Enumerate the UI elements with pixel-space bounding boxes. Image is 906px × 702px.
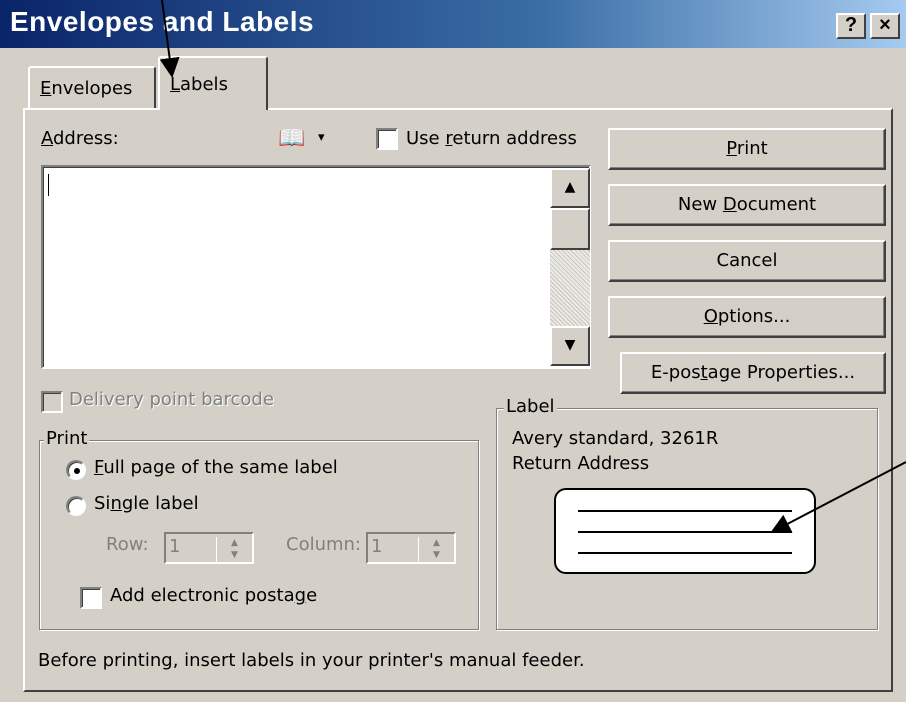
scroll-down-button[interactable]: ▼: [550, 326, 590, 366]
spin-up-icon: ▲: [231, 538, 238, 548]
chevron-down-icon[interactable]: ▾: [318, 130, 325, 145]
tab-labels[interactable]: Labels: [158, 56, 268, 110]
address-book-icon[interactable]: 📖: [278, 126, 305, 151]
radio-selected-dot: [74, 468, 80, 474]
label-type: Return Address: [512, 453, 650, 474]
add-electronic-postage-label[interactable]: Add electronic postage: [110, 585, 317, 606]
single-label-radio[interactable]: [66, 496, 86, 516]
row-label: Row:: [106, 534, 149, 555]
print-group-title: Print: [44, 428, 90, 449]
text-caret: [48, 174, 49, 196]
add-electronic-postage-checkbox[interactable]: [80, 587, 102, 609]
row-spin-buttons: ▲ ▼: [216, 537, 252, 563]
cancel-button[interactable]: Cancel: [608, 240, 886, 282]
close-button[interactable]: ×: [870, 13, 900, 39]
column-label: Column:: [286, 534, 361, 555]
single-label-label[interactable]: Single label: [94, 493, 199, 514]
footer-instruction: Before printing, insert labels in your p…: [38, 650, 585, 671]
label-product: Avery standard, 3261R: [512, 428, 719, 449]
use-return-address-checkbox[interactable]: [376, 128, 398, 150]
preview-line: [578, 531, 792, 533]
row-spinner: 1 ▲ ▼: [164, 532, 254, 564]
label-group-title: Label: [504, 396, 557, 417]
tab-envelopes[interactable]: Envelopes: [28, 66, 156, 108]
tab-envelopes-label: nvelopes: [51, 78, 133, 99]
row-value: 1: [169, 536, 181, 557]
full-page-label[interactable]: Full page of the same label: [94, 457, 338, 478]
print-button[interactable]: Print: [608, 128, 886, 170]
scroll-thumb[interactable]: [550, 208, 590, 250]
new-document-button[interactable]: New Document: [608, 184, 886, 226]
column-spinner: 1 ▲ ▼: [366, 532, 456, 564]
column-value: 1: [371, 536, 383, 557]
options-button[interactable]: Options...: [608, 296, 886, 338]
tab-labels-mnemonic: L: [170, 74, 181, 95]
spin-down-icon: ▼: [231, 550, 238, 560]
tab-labels-label: abels: [180, 74, 228, 95]
preview-line: [578, 510, 792, 512]
tab-envelopes-mnemonic: E: [40, 78, 52, 99]
window-title: Envelopes and Labels: [10, 6, 315, 37]
address-label: Address:: [41, 128, 119, 149]
address-textarea[interactable]: [41, 165, 591, 369]
spin-down-icon: ▼: [433, 550, 440, 560]
use-return-address-label[interactable]: Use return address: [406, 128, 577, 149]
delivery-barcode-label: Delivery point barcode: [69, 389, 274, 410]
scroll-up-button[interactable]: ▲: [550, 168, 590, 208]
help-button[interactable]: ?: [836, 13, 866, 39]
epostage-properties-button[interactable]: E-postage Properties...: [620, 352, 886, 394]
delivery-barcode-checkbox: [41, 391, 63, 413]
spin-up-icon: ▲: [433, 538, 440, 548]
full-page-radio[interactable]: [66, 460, 86, 480]
column-spin-buttons: ▲ ▼: [418, 537, 454, 563]
preview-line: [578, 552, 792, 554]
